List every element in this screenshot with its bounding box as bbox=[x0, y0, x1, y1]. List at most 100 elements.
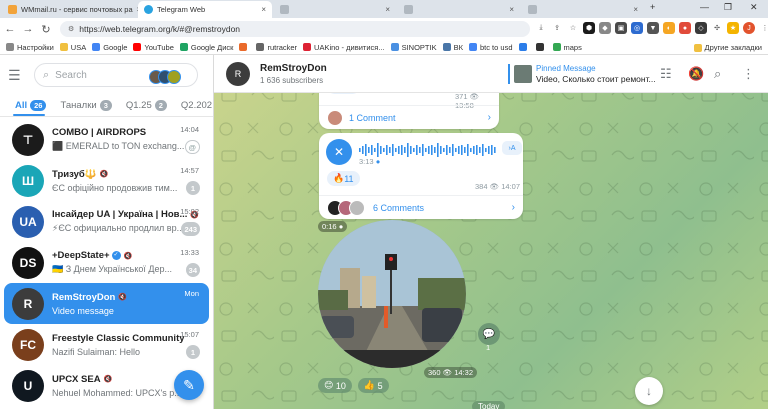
chat-item-remstroydon[interactable]: R RemStroyDon 🔇 Video message Mon bbox=[4, 283, 209, 324]
share-icon[interactable]: ⇪ bbox=[551, 22, 563, 34]
download-icon[interactable]: ⤓ bbox=[535, 22, 547, 34]
chat-item-tryzub[interactable]: Ш Тризуб🔱 🔇 ЄС офіційно продовжив тим... … bbox=[4, 160, 209, 201]
other-bookmarks[interactable]: Другие закладки bbox=[693, 43, 762, 52]
site-info-icon[interactable]: ⚙ bbox=[68, 25, 74, 33]
bookmark-item[interactable]: SINOPTIK bbox=[390, 43, 437, 52]
bookmark-item[interactable]: UAKino - дивитися... bbox=[303, 43, 385, 52]
browser-tab-5[interactable]: × bbox=[522, 1, 644, 18]
chat-header[interactable]: R RemStroyDon 1 636 subscribers Pinned M… bbox=[214, 55, 768, 93]
new-message-pencil-button[interactable]: ✎ bbox=[174, 370, 204, 400]
extension-icon[interactable]: ● bbox=[679, 22, 691, 34]
browser-tab-telegram[interactable]: Telegram Web × bbox=[138, 1, 272, 18]
bookmark-item[interactable] bbox=[535, 43, 547, 51]
chat-item-insider-ua[interactable]: UA Інсайдер UA | Україна | Нов... 🔇 ⚡ЄС о… bbox=[4, 201, 209, 242]
profile-avatar[interactable]: J bbox=[743, 22, 755, 34]
extension-icon[interactable]: ▼ bbox=[647, 22, 659, 34]
browser-tab-3[interactable]: × bbox=[274, 1, 396, 18]
tab-q2[interactable]: Q2.202 bbox=[181, 100, 212, 116]
voice-message-post[interactable]: ✕ 3:13 ● ›A 🔥 11 384 👁 14:07 6 Comments › bbox=[319, 133, 523, 219]
eye-icon: 👁 bbox=[469, 92, 480, 101]
video-frame bbox=[318, 220, 466, 368]
chat-item-freestyle-classic[interactable]: FC Freestyle Classic Community Nazifi Su… bbox=[4, 324, 209, 365]
scroll-down-button[interactable]: ↓ bbox=[635, 377, 663, 405]
tab-tanalki[interactable]: Таналки 3 bbox=[60, 100, 112, 116]
close-tab-icon[interactable]: × bbox=[629, 5, 638, 14]
new-tab-icon[interactable]: + bbox=[650, 2, 655, 12]
channel-name[interactable]: RemStroyDon bbox=[260, 63, 327, 74]
bookmark-item[interactable]: ВК bbox=[442, 43, 463, 52]
telegram-favicon-icon bbox=[144, 5, 153, 14]
close-window-icon[interactable]: ✕ bbox=[750, 2, 758, 13]
close-tab-icon[interactable]: × bbox=[381, 5, 390, 14]
bookmark-item[interactable]: Google bbox=[92, 43, 127, 52]
video-chat-icon[interactable]: ☷ bbox=[660, 66, 672, 82]
address-bar[interactable]: ⚙ https://web.telegram.org/k/#@remstroyd… bbox=[60, 21, 530, 37]
bookmark-item[interactable] bbox=[239, 43, 250, 51]
close-tab-icon[interactable]: × bbox=[257, 5, 266, 14]
round-video-message[interactable] bbox=[318, 220, 466, 368]
search-input[interactable]: ⌕ Search bbox=[34, 63, 198, 87]
mute-bell-icon[interactable]: 🔕 bbox=[688, 66, 704, 82]
video-meta: 360 👁 14:32 bbox=[424, 367, 478, 378]
reaction-chip[interactable]: 👍 5 bbox=[357, 378, 389, 393]
extension-icon[interactable]: ▣ bbox=[615, 22, 627, 34]
chat-preview: Nehuel Mohammed: UPCX's p... bbox=[52, 387, 182, 398]
avatar-initials: ⊤ bbox=[22, 132, 34, 147]
story-avatar[interactable] bbox=[167, 70, 181, 84]
extensions-puzzle-icon[interactable]: ✣ bbox=[711, 22, 723, 34]
reaction-chip[interactable]: 🔥 11 bbox=[327, 171, 360, 186]
stories-avatars[interactable] bbox=[149, 70, 181, 84]
gear-icon bbox=[6, 43, 14, 51]
voice-cancel-button[interactable]: ✕ bbox=[326, 139, 352, 165]
smiley-icon: 😊 bbox=[324, 380, 334, 390]
folder-icon bbox=[693, 43, 702, 52]
maximize-icon[interactable]: ❐ bbox=[724, 2, 732, 13]
minimize-icon[interactable]: — bbox=[700, 2, 709, 12]
chat-item-combo-airdrops[interactable]: ⊤ COMBO | AIRDROPS ⬛ EMERALD to TON exch… bbox=[4, 119, 209, 160]
browser-menu-icon[interactable]: ⋮ bbox=[759, 22, 768, 34]
reload-icon[interactable]: ↻ bbox=[38, 23, 54, 36]
bookmark-item[interactable]: Настройки bbox=[6, 43, 54, 52]
voice-waveform[interactable] bbox=[359, 143, 499, 157]
verified-icon: ✓ bbox=[111, 251, 121, 260]
search-icon[interactable]: ⌕ bbox=[714, 66, 721, 82]
extension-icon[interactable]: ◐ bbox=[663, 22, 675, 34]
extension-icon[interactable]: ◆ bbox=[599, 22, 611, 34]
avatar-initials: Ш bbox=[21, 173, 35, 188]
bookmark-item[interactable]: maps bbox=[552, 43, 582, 52]
reaction-chip[interactable]: 😊 10 bbox=[318, 378, 352, 393]
forward-icon[interactable]: → bbox=[20, 23, 36, 35]
bookmark-item[interactable]: USA bbox=[59, 42, 87, 52]
comments-side-button[interactable]: 💬 bbox=[478, 323, 500, 345]
bookmark-item[interactable]: Google Диск bbox=[179, 43, 233, 52]
extension-icon[interactable]: ★ bbox=[727, 22, 739, 34]
extension-icon[interactable]: ◎ bbox=[631, 22, 643, 34]
chat-time: Mon bbox=[184, 289, 199, 298]
bookmark-item[interactable]: btc to usd bbox=[468, 43, 513, 52]
extension-icon[interactable]: ◇ bbox=[695, 22, 707, 34]
browser-tab-4[interactable]: × bbox=[398, 1, 520, 18]
folder-label: Таналки bbox=[60, 100, 97, 111]
comments-button[interactable]: 6 Comments › bbox=[319, 195, 523, 219]
pinned-message-bar[interactable]: Pinned Message Video, Сколько стоит ремо… bbox=[508, 64, 656, 84]
more-menu-icon[interactable]: ⋮ bbox=[742, 66, 755, 82]
chat-item-deepstate[interactable]: DS +DeepState+ ✓ 🔇 🇺🇦 З Днем Української Д… bbox=[4, 242, 209, 283]
tab-q1-25[interactable]: Q1.25 2 bbox=[126, 100, 167, 116]
bookmark-star-icon[interactable]: ☆ bbox=[567, 22, 579, 34]
muted-icon: 🔇 bbox=[123, 252, 133, 260]
bookmark-item[interactable]: rutracker bbox=[256, 43, 297, 52]
bookmark-item[interactable] bbox=[518, 43, 530, 51]
channel-avatar[interactable]: R bbox=[226, 61, 250, 86]
bookmark-label: USA bbox=[70, 42, 87, 52]
chat-time: 15:07 bbox=[180, 330, 199, 339]
comments-button[interactable]: 1 Comment › bbox=[319, 105, 499, 129]
chevron-right-icon: › bbox=[511, 202, 515, 213]
browser-tab-wmmail[interactable]: WMmail.ru - сервис почтовых ра × bbox=[2, 1, 138, 18]
bookmark-item[interactable]: YouTube bbox=[133, 43, 174, 52]
back-icon[interactable]: ← bbox=[2, 23, 18, 35]
transcribe-button[interactable]: ›A bbox=[502, 141, 522, 155]
browser-tabstrip: WMmail.ru - сервис почтовых ра × Telegra… bbox=[0, 0, 768, 18]
hamburger-menu-icon[interactable]: ☰ bbox=[8, 67, 28, 84]
extension-icon[interactable]: ⬢ bbox=[583, 22, 595, 34]
close-tab-icon[interactable]: × bbox=[505, 5, 514, 14]
